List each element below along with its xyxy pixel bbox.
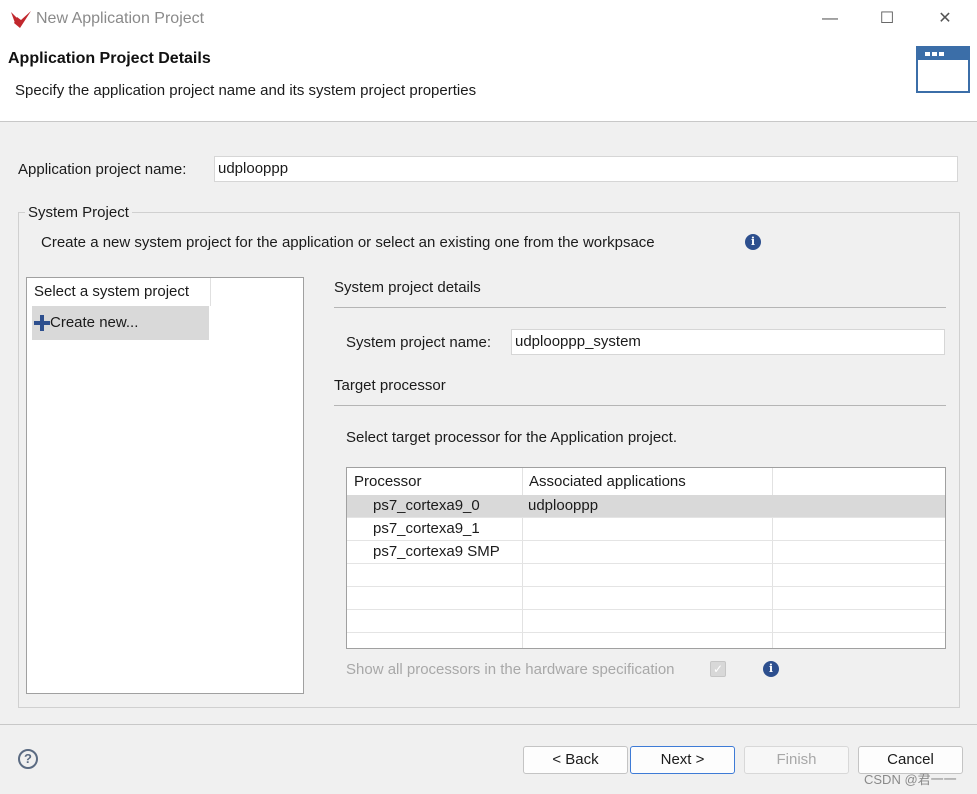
minimize-button[interactable]: —	[815, 6, 845, 32]
system-project-name-label: System project name:	[346, 334, 492, 351]
back-button[interactable]: < Back	[523, 746, 628, 774]
applications-cell: udplooppp	[528, 497, 599, 514]
maximize-button[interactable]: ☐	[872, 6, 902, 32]
table-row-empty	[347, 587, 945, 610]
system-project-list[interactable]: Select a system project Create new...	[26, 277, 304, 694]
column-header-processor[interactable]: Processor	[347, 468, 522, 494]
page-description: Specify the application project name and…	[15, 82, 477, 99]
list-header: Select a system project	[27, 278, 211, 306]
column-header-associated-applications[interactable]: Associated applications	[522, 468, 772, 494]
watermark: CSDN @君一一	[864, 772, 957, 787]
plus-icon	[34, 315, 50, 331]
window-title: New Application Project	[36, 10, 205, 27]
processor-cell: ps7_cortexa9 SMP	[373, 543, 500, 560]
processor-table: Processor Associated applications ps7_co…	[346, 467, 946, 649]
system-project-name-input[interactable]: udplooppp_system	[511, 329, 945, 355]
vivado-logo-icon	[11, 11, 31, 28]
details-separator	[334, 307, 946, 308]
table-row[interactable]: ps7_cortexa9 SMP	[347, 541, 945, 564]
show-all-processors-checkbox[interactable]: ✓	[710, 661, 726, 677]
column-header-empty	[772, 468, 945, 494]
help-icon[interactable]: ?	[18, 749, 38, 769]
close-button[interactable]: ✕	[930, 6, 960, 32]
title-bar: New Application Project — ☐ ✕	[0, 0, 977, 38]
finish-button[interactable]: Finish	[744, 746, 849, 774]
table-row[interactable]: ps7_cortexa9_0 udplooppp	[347, 495, 945, 518]
table-row[interactable]: ps7_cortexa9_1	[347, 518, 945, 541]
next-button[interactable]: Next >	[630, 746, 735, 774]
app-name-label: Application project name:	[18, 161, 187, 178]
system-project-description: Create a new system project for the appl…	[41, 234, 655, 251]
page-title: Application Project Details	[8, 50, 211, 67]
show-all-processors-label: Show all processors in the hardware spec…	[346, 661, 675, 678]
system-project-group-title: System Project	[25, 204, 132, 221]
info-icon[interactable]: i	[763, 661, 779, 677]
system-project-details-title: System project details	[334, 279, 481, 296]
table-row-empty	[347, 564, 945, 587]
processor-cell: ps7_cortexa9_1	[373, 520, 480, 537]
footer-separator	[0, 724, 977, 725]
list-item-create-new[interactable]: Create new...	[32, 306, 209, 340]
target-processor-title: Target processor	[334, 377, 446, 394]
list-item-label: Create new...	[50, 314, 139, 331]
wizard-header: Application Project Details Specify the …	[0, 38, 977, 122]
processor-cell: ps7_cortexa9_0	[373, 497, 480, 514]
wizard-window-icon	[916, 46, 970, 93]
target-separator	[334, 405, 946, 406]
app-name-input[interactable]: udplooppp	[214, 156, 958, 182]
table-row-empty	[347, 610, 945, 633]
info-icon[interactable]: i	[745, 234, 761, 250]
target-processor-description: Select target processor for the Applicat…	[346, 429, 678, 446]
